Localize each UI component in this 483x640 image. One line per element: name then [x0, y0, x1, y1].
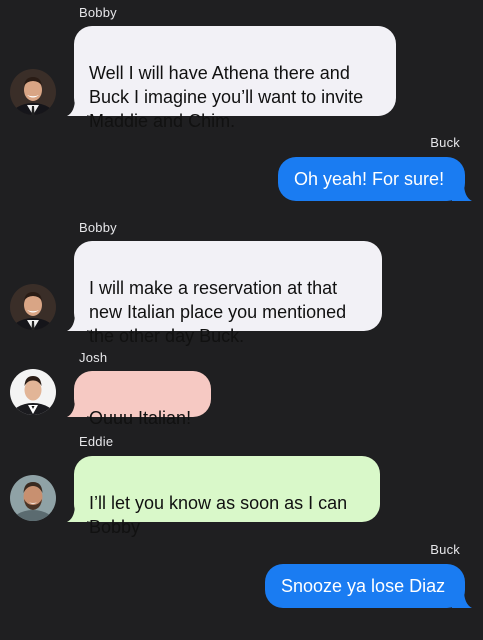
sender-name-bobby: Bobby [79, 220, 117, 235]
sender-name-josh: Josh [79, 350, 108, 365]
message-text: Ouuu Italian! [89, 408, 192, 428]
eddie-portrait-icon [10, 475, 56, 521]
bubble-tail-icon [67, 313, 87, 331]
avatar-josh[interactable] [10, 369, 56, 415]
message-text: Well I will have Athena there and Buck I… [89, 63, 364, 131]
bobby-portrait-icon [10, 284, 56, 330]
message-bubble-buck-2[interactable]: Snooze ya lose Diaz [265, 564, 472, 608]
avatar-bobby[interactable] [10, 69, 56, 115]
sender-name-bobby: Bobby [79, 5, 117, 20]
message-bubble-bobby-1[interactable]: Well I will have Athena there and Buck I… [67, 26, 396, 131]
message-bubble-buck-1[interactable]: Oh yeah! For sure! [278, 157, 472, 201]
bubble-tail-icon [452, 183, 472, 201]
message-text: I’ll let you know as soon as I can Bobby [89, 493, 348, 537]
message-text: I will make a reservation at that new It… [89, 278, 347, 346]
bubble-tail-icon [452, 590, 472, 608]
sender-name-eddie: Eddie [79, 434, 114, 449]
avatar-bobby[interactable] [10, 284, 56, 330]
bubble-tail-icon [67, 399, 87, 417]
avatar-eddie[interactable] [10, 475, 56, 521]
bubble-tail-icon [67, 98, 87, 116]
message-bubble-josh-1[interactable]: Ouuu Italian! [67, 371, 211, 428]
sender-name-buck: Buck [430, 542, 460, 557]
message-bubble-bobby-2[interactable]: I will make a reservation at that new It… [67, 241, 382, 346]
bubble-tail-icon [67, 504, 87, 522]
sender-name-buck: Buck [430, 135, 460, 150]
message-text: Oh yeah! For sure! [294, 169, 445, 189]
message-bubble-eddie-1[interactable]: I’ll let you know as soon as I can Bobby [67, 456, 380, 537]
bobby-portrait-icon [10, 69, 56, 115]
josh-portrait-icon [10, 369, 56, 415]
message-text: Snooze ya lose Diaz [281, 576, 446, 596]
